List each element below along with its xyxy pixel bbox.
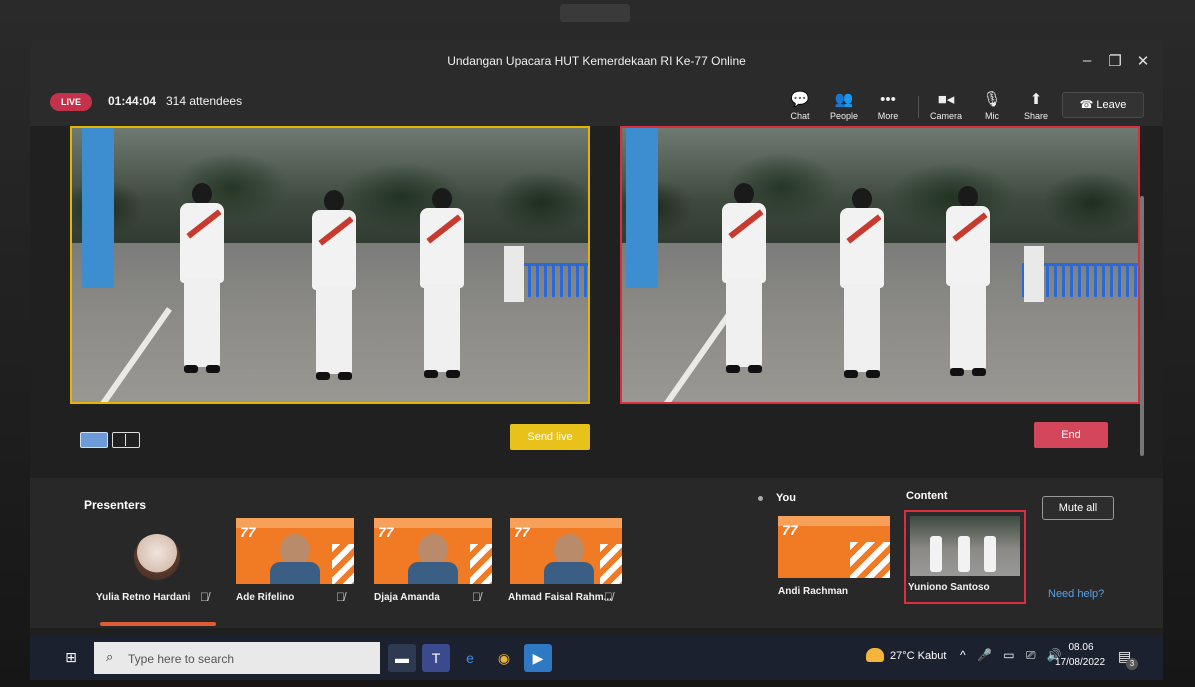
share-button[interactable]: ⬆ Share <box>1014 90 1058 121</box>
clock-date[interactable]: 17/08/2022 <box>1052 657 1108 668</box>
camera-button[interactable]: ■◂ Camera <box>924 90 968 121</box>
mic-off-icon: 🎙 <box>982 91 1002 108</box>
hut-77-logo-icon: 77 <box>378 524 394 540</box>
presenter-tile[interactable]: 77 <box>510 518 622 584</box>
presenter-tile[interactable]: 77 <box>236 518 354 584</box>
leave-button[interactable]: ☎ Leave <box>1062 92 1144 118</box>
taskbar-search[interactable]: ⌕ Type here to search <box>94 642 380 674</box>
paskibra-member <box>714 183 774 378</box>
search-placeholder: Type here to search <box>128 652 235 666</box>
you-title: You <box>776 492 796 504</box>
clock-time[interactable]: 08.06 <box>1058 642 1104 653</box>
teams-icon[interactable]: T <box>422 644 450 672</box>
toolbar-divider <box>918 96 919 118</box>
content-presenter-name: Yuniono Santoso <box>908 582 990 593</box>
edge-icon[interactable]: e <box>456 644 484 672</box>
share-icon: ⬆ <box>1029 91 1043 108</box>
mic-label: Mic <box>985 111 999 121</box>
windows-taskbar: ⊞ ⌕ Type here to search ▬ T e ◉ ▶ 27°C K… <box>30 636 1163 680</box>
chat-label: Chat <box>790 111 810 121</box>
meeting-timer: 01:44:04 <box>108 94 157 108</box>
file-explorer-icon[interactable]: ▬ <box>388 644 416 672</box>
mic-off-icon: 🎙̸ <box>604 590 613 604</box>
you-tile[interactable]: 77 <box>778 516 890 578</box>
maximize-button[interactable]: ❐ <box>1104 52 1126 70</box>
paskibra-member <box>172 183 232 378</box>
blue-pillar <box>82 128 114 288</box>
presenter-name: Ade Rifelino <box>236 592 295 603</box>
mic-off-icon: 🎙̸ <box>472 590 481 604</box>
hut-77-logo-icon: 77 <box>514 524 530 540</box>
queue-video[interactable] <box>70 126 590 404</box>
hut-77-logo-icon: 77 <box>240 524 256 540</box>
end-button[interactable]: End <box>1034 422 1108 448</box>
notification-badge: 3 <box>1126 658 1138 670</box>
white-post <box>1024 246 1044 302</box>
active-speaker-indicator <box>100 622 216 626</box>
mic-off-icon: 🎙̸ <box>336 590 345 604</box>
live-badge: LIVE <box>50 93 92 111</box>
mic-off-icon: 🎙̸ <box>200 590 209 604</box>
media-app-icon[interactable]: ▶ <box>524 644 552 672</box>
minimize-button[interactable]: – <box>1076 52 1098 69</box>
paskibra-member <box>304 190 364 385</box>
weather-text[interactable]: 27°C Kabut <box>890 650 946 662</box>
chat-button[interactable]: 💬 Chat <box>778 90 822 121</box>
people-label: People <box>829 111 859 121</box>
hut-77-logo-icon: 77 <box>782 522 798 538</box>
need-help-link[interactable]: Need help? <box>1048 588 1104 600</box>
more-button[interactable]: ••• More <box>866 90 910 121</box>
single-layout-icon[interactable] <box>80 432 108 448</box>
more-icon: ••• <box>880 91 896 108</box>
content-tile[interactable]: Yuniono Santoso <box>904 510 1026 604</box>
blue-pillar <box>626 128 658 288</box>
live-video[interactable] <box>620 126 1140 404</box>
you-name: Andi Rachman <box>778 586 849 597</box>
share-label: Share <box>1023 111 1049 121</box>
mic-button[interactable]: 🎙 Mic <box>970 90 1014 121</box>
participants-panel: Presenters Yulia Retno Hardani 🎙̸ 77 Ade… <box>30 478 1163 628</box>
weather-icon[interactable] <box>866 648 884 662</box>
status-dot <box>758 496 763 501</box>
close-button[interactable]: ✕ <box>1132 52 1154 70</box>
system-tray-icons[interactable]: ^ 🎤 ▭ ⎚ 🔊 <box>960 648 1066 663</box>
screen: Undangan Upacara HUT Kemerdekaan RI Ke-7… <box>30 40 1163 680</box>
search-icon: ⌕ <box>106 649 114 664</box>
ceremony-scene <box>72 128 588 402</box>
chrome-icon[interactable]: ◉ <box>490 644 518 672</box>
presenter-name: Ahmad Faisal Rahm... <box>508 592 612 603</box>
layout-toggle <box>80 432 142 450</box>
presenter-name: Yulia Retno Hardani <box>96 592 191 603</box>
more-label: More <box>877 111 899 121</box>
send-live-button[interactable]: Send live <box>510 424 590 450</box>
stage: Send live End <box>30 126 1163 478</box>
split-layout-icon[interactable] <box>112 432 140 448</box>
people-icon: 👥 <box>834 91 854 108</box>
windows-start-icon[interactable]: ⊞ <box>60 646 82 668</box>
content-title: Content <box>906 490 948 502</box>
attendee-count: 314 attendees <box>166 94 243 108</box>
window-title: Undangan Upacara HUT Kemerdekaan RI Ke-7… <box>447 54 746 68</box>
ceremony-scene <box>622 128 1138 402</box>
title-bar: Undangan Upacara HUT Kemerdekaan RI Ke-7… <box>30 40 1163 84</box>
camera-label: Camera <box>929 111 962 121</box>
avatar[interactable] <box>134 534 180 580</box>
white-post <box>504 246 524 302</box>
mute-all-button[interactable]: Mute all <box>1042 496 1114 520</box>
presenters-title: Presenters <box>84 498 147 512</box>
phone-hangup-icon: ☎ <box>1079 99 1097 111</box>
meeting-toolbar: LIVE 01:44:04 314 attendees 💬 Chat 👥 Peo… <box>30 84 1163 126</box>
people-button[interactable]: 👥 People <box>822 90 866 121</box>
paskibra-member <box>412 188 472 383</box>
leave-label: Leave <box>1096 99 1127 111</box>
content-thumbnail <box>910 516 1020 576</box>
chat-icon: 💬 <box>790 91 810 108</box>
webcam-notch <box>560 4 630 22</box>
paskibra-member <box>832 188 892 383</box>
presenter-name: Djaja Amanda <box>374 592 440 603</box>
scrollbar-thumb[interactable] <box>1140 196 1144 456</box>
camera-icon: ■◂ <box>937 91 955 108</box>
paskibra-member <box>938 186 998 381</box>
presenter-tile[interactable]: 77 <box>374 518 492 584</box>
